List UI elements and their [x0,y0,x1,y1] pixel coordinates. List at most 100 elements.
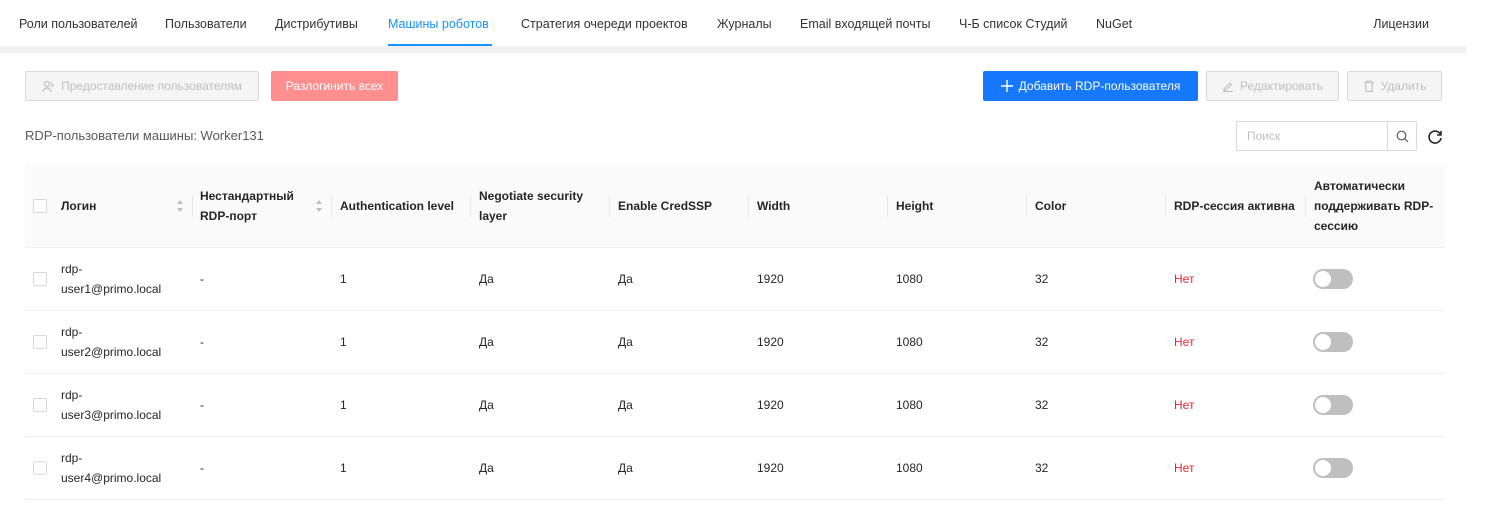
toggle-knob [1315,460,1331,476]
column-divider [470,195,471,217]
tab-studio-bw-list[interactable]: Ч-Б список Студий [959,17,1067,31]
login-cell: rdp-user3@primo.local [61,388,162,422]
column-divider [331,195,332,217]
auth-level-cell: 1 [340,461,347,475]
add-rdp-user-button[interactable]: Добавить RDP-пользователя [983,71,1198,101]
column-header-width: Width [757,199,791,213]
sort-icon[interactable] [315,199,323,213]
table-row: rdp-user2@primo.local - 1 Да Да 1920 108… [25,311,1445,374]
row-checkbox[interactable] [33,335,47,349]
tab-logs[interactable]: Журналы [717,17,772,31]
column-divider [192,195,193,217]
auth-level-cell: 1 [340,398,347,412]
auth-level-cell: 1 [340,272,347,286]
tab-nuget[interactable]: NuGet [1096,17,1132,31]
tab-distributions[interactable]: Дистрибутивы [275,17,358,31]
column-divider [748,195,749,217]
login-cell: rdp-user1@primo.local [61,262,162,296]
top-navigation: Роли пользователей Пользователи Дистрибу… [0,0,1466,53]
session-active-status: Нет [1174,461,1195,475]
auto-keep-session-toggle[interactable] [1313,332,1353,352]
toggle-knob [1315,334,1331,350]
section-title: RDP-пользователи машины: Worker131 [25,128,264,143]
reload-button[interactable] [1426,128,1444,146]
reload-icon [1428,130,1442,144]
search-input[interactable] [1237,122,1387,150]
credssp-cell: Да [618,335,633,349]
negotiate-cell: Да [479,461,494,475]
column-divider [609,195,610,217]
height-cell: 1080 [896,335,923,349]
session-active-status: Нет [1174,272,1195,286]
logout-all-label: Разлогинить всех [285,79,384,93]
width-cell: 1920 [757,335,784,349]
column-header-color: Color [1035,199,1067,213]
color-cell: 32 [1035,272,1049,286]
auth-level-cell: 1 [340,335,347,349]
column-divider [1026,195,1027,217]
search-box [1236,121,1417,151]
custom-port-cell: - [200,398,204,412]
select-all-checkbox[interactable] [33,199,47,213]
color-cell: 32 [1035,398,1049,412]
auto-keep-session-toggle[interactable] [1313,458,1353,478]
column-header-login[interactable]: Логин [61,165,171,247]
column-header-auto-keep-session: Автоматически поддерживать RDP-сессию [1314,179,1434,233]
tab-user-roles[interactable]: Роли пользователей [19,17,138,31]
toggle-knob [1315,397,1331,413]
column-header-custom-port[interactable]: Нестандартный RDP-порт [200,165,315,247]
logout-all-button[interactable]: Разлогинить всех [271,71,398,101]
session-active-status: Нет [1174,335,1195,349]
negotiate-cell: Да [479,335,494,349]
row-checkbox[interactable] [33,398,47,412]
rdp-users-table: Логин Нестандартный RDP-порт Authenticat… [25,165,1445,500]
column-header-session-active: RDP-сессия активна [1174,199,1295,213]
table-header: Логин Нестандартный RDP-порт Authenticat… [25,165,1445,248]
height-cell: 1080 [896,272,923,286]
height-cell: 1080 [896,398,923,412]
auto-keep-session-toggle[interactable] [1313,395,1353,415]
grant-users-label: Предоставление пользователям [61,79,242,93]
color-cell: 32 [1035,461,1049,475]
negotiate-cell: Да [479,272,494,286]
column-divider [1305,195,1306,217]
tab-licenses[interactable]: Лицензии [1373,17,1429,31]
custom-port-cell: - [200,335,204,349]
height-cell: 1080 [896,461,923,475]
delete-button[interactable]: Удалить [1347,71,1442,101]
column-header-negotiate: Negotiate security layer [479,189,584,223]
session-active-status: Нет [1174,398,1195,412]
edit-button[interactable]: Редактировать [1206,71,1339,101]
login-cell: rdp-user4@primo.local [61,451,162,485]
tab-incoming-email[interactable]: Email входящей почты [800,17,930,31]
search-button[interactable] [1387,122,1416,150]
sort-icon[interactable] [176,199,184,213]
grant-users-button[interactable]: Предоставление пользователям [25,71,259,101]
auto-keep-session-toggle[interactable] [1313,269,1353,289]
width-cell: 1920 [757,272,784,286]
column-header-height: Height [896,199,934,213]
login-cell: rdp-user2@primo.local [61,325,162,359]
table-row: rdp-user4@primo.local - 1 Да Да 1920 108… [25,437,1445,500]
delete-label: Удалить [1380,79,1427,93]
negotiate-cell: Да [479,398,494,412]
tab-robot-machines[interactable]: Машины роботов [388,17,489,31]
toggle-knob [1315,271,1331,287]
column-divider [1165,195,1166,217]
add-rdp-user-label: Добавить RDP-пользователя [1018,79,1181,93]
width-cell: 1920 [757,461,784,475]
row-checkbox[interactable] [33,272,47,286]
tab-users[interactable]: Пользователи [165,17,247,31]
credssp-cell: Да [618,272,633,286]
column-divider [887,195,888,217]
row-checkbox[interactable] [33,461,47,475]
user-share-icon [42,80,55,93]
table-row: rdp-user1@primo.local - 1 Да Да 1920 108… [25,248,1445,311]
credssp-cell: Да [618,398,633,412]
plus-icon [1000,80,1013,92]
column-header-auth-level: Authentication level [340,199,455,213]
custom-port-cell: - [200,272,204,286]
edit-label: Редактировать [1240,79,1323,93]
active-tab-indicator [388,44,492,46]
tab-project-queue-strategy[interactable]: Стратегия очереди проектов [521,17,688,31]
